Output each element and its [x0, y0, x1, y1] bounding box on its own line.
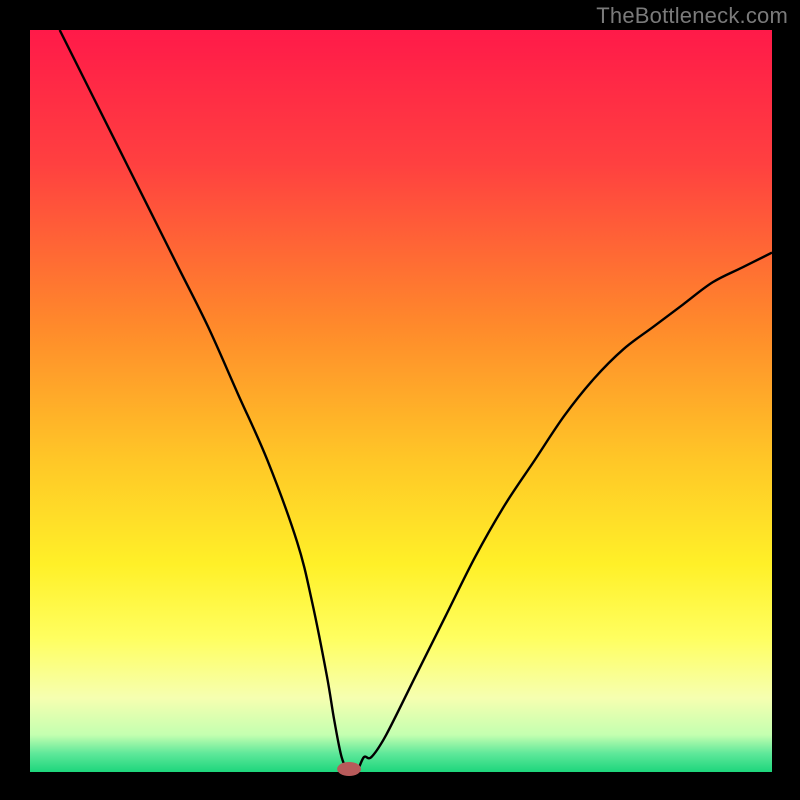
- optimum-marker: [337, 762, 361, 776]
- bottleneck-chart: [0, 0, 800, 800]
- chart-svg: [0, 0, 800, 800]
- chart-background: [30, 30, 772, 772]
- watermark-text: TheBottleneck.com: [596, 3, 788, 29]
